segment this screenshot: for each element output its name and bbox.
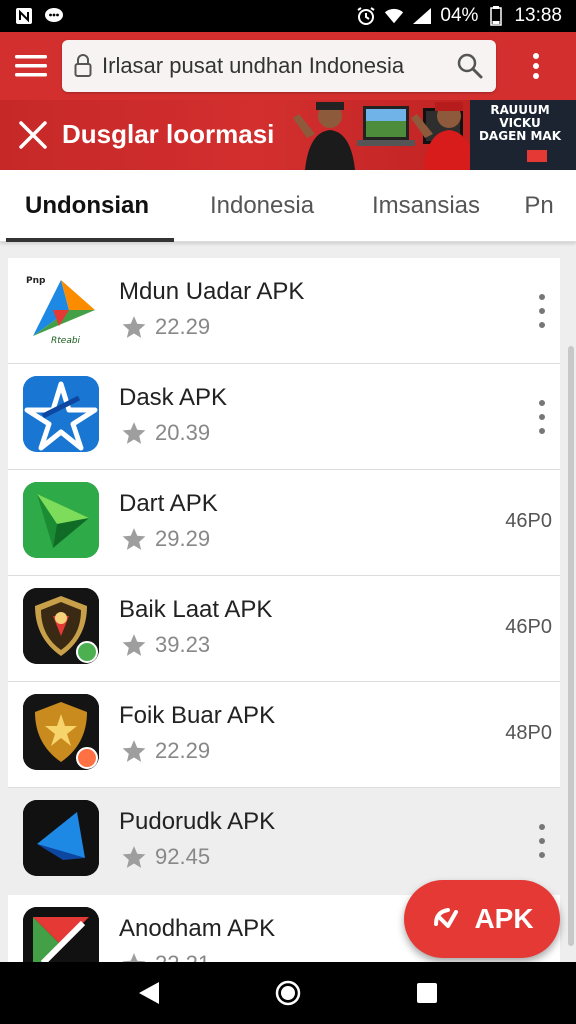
app-bar: Irlasar pusat undhan Indonesia: [0, 32, 576, 100]
app-rating: 22.29: [121, 314, 210, 340]
wifi-icon: [384, 6, 404, 26]
scrollbar[interactable]: [568, 346, 574, 946]
star-icon: [122, 740, 146, 762]
back-button[interactable]: [129, 973, 169, 1013]
more-options-button[interactable]: [532, 824, 552, 858]
app-icon: [23, 907, 99, 962]
back-triangle-icon: [139, 982, 160, 1004]
list-item[interactable]: Dart APK 29.29 46P0: [8, 470, 560, 576]
list-item[interactable]: Foik Buar APK 22.29 48P0: [8, 682, 560, 788]
menu-button[interactable]: [0, 32, 62, 100]
recents-button[interactable]: [407, 973, 447, 1013]
icon-text-top: Pnp: [26, 276, 46, 286]
app-name: Dart APK: [119, 490, 218, 517]
apk-fab-button[interactable]: APK: [404, 880, 560, 958]
app-size: 46P0: [505, 616, 552, 638]
app-rating: 20.39: [121, 420, 210, 446]
home-circle-icon: [275, 980, 301, 1006]
app-name: Anodham APK: [119, 915, 276, 942]
list-item[interactable]: Dask APK 20.39: [8, 364, 560, 470]
app-icon: [23, 800, 99, 876]
app-icon: [23, 588, 99, 664]
lock-icon: [74, 54, 92, 77]
close-icon[interactable]: [18, 120, 48, 150]
banner-title: Dusglar loormasi: [62, 119, 275, 149]
app-icon: [23, 376, 99, 452]
more-vert-icon: [533, 53, 539, 79]
chat-bubble-icon: [44, 6, 64, 26]
more-options-button[interactable]: [532, 400, 552, 434]
star-icon: [122, 422, 146, 444]
list-item[interactable]: Baik Laat APK 39.23 46P0: [8, 576, 560, 682]
star-icon: [122, 634, 146, 656]
alarm-icon: [356, 6, 376, 26]
rating-value: 20.39: [155, 420, 211, 445]
battery-percent: 04%: [440, 5, 479, 26]
notification-n-icon: [14, 6, 34, 26]
list-item[interactable]: Pudorudk APK 92.45: [8, 788, 560, 894]
hamburger-menu-icon: [15, 55, 47, 77]
star-icon: [122, 528, 146, 550]
fab-label: APK: [474, 903, 534, 934]
app-rating: 92.45: [121, 844, 210, 870]
app-rating: 39.23: [121, 632, 210, 658]
rating-value: 22.21: [155, 951, 210, 962]
search-input[interactable]: Irlasar pusat undhan Indonesia: [102, 53, 456, 79]
tab-imsansias[interactable]: Imsansias: [350, 170, 502, 242]
overflow-menu-button[interactable]: [496, 32, 576, 100]
app-name: Foik Buar APK: [119, 702, 276, 729]
app-size: 46P0: [505, 510, 552, 532]
rating-value: 92.45: [155, 844, 211, 869]
search-icon[interactable]: [456, 52, 484, 80]
app-icon: Pnp Rteabi: [23, 270, 99, 346]
app-name: Baik Laat APK: [119, 596, 273, 623]
signal-icon: [412, 6, 432, 26]
tab-indonesia[interactable]: Indonesia: [174, 170, 350, 242]
app-rating: 22.21: [121, 951, 210, 962]
ad-line-3: DAGEN MAK: [478, 129, 562, 143]
phone-download-icon: [434, 908, 459, 928]
app-list: Pnp Rteabi Mdun Uadar APK 22.29 Dask APK…: [0, 258, 576, 962]
star-icon: [122, 846, 146, 868]
rating-value: 22.29: [155, 738, 211, 763]
navigation-bar: [0, 962, 576, 1024]
rating-value: 29.29: [155, 526, 211, 551]
app-name: Dask APK: [119, 384, 228, 411]
app-name: Mdun Uadar APK: [119, 278, 305, 305]
search-bar[interactable]: Irlasar pusat undhan Indonesia: [62, 40, 496, 92]
rating-value: 39.23: [155, 632, 211, 657]
list-item[interactable]: Pnp Rteabi Mdun Uadar APK 22.29: [8, 258, 560, 364]
more-options-button[interactable]: [532, 294, 552, 328]
icon-text-bottom: Rteabi: [51, 336, 81, 346]
rating-value: 22.29: [155, 314, 211, 339]
tab-pn[interactable]: Pn: [502, 170, 576, 242]
star-icon: [122, 316, 146, 338]
app-name: Pudorudk APK: [119, 808, 276, 835]
app-rating: 29.29: [121, 526, 210, 552]
app-size: 48P0: [505, 722, 552, 744]
clock: 13:88: [514, 5, 562, 26]
recents-square-icon: [416, 983, 437, 1003]
app-icon: [23, 694, 99, 770]
status-bar: 04% 13:88: [0, 0, 576, 32]
tab-undonsian[interactable]: Undonsian: [0, 170, 174, 242]
banner-ad-text: RAUUUM VICKU DAGEN MAK: [474, 104, 566, 143]
home-button[interactable]: [268, 973, 308, 1013]
battery-icon: [486, 6, 506, 26]
app-icon: [23, 482, 99, 558]
app-rating: 22.29: [121, 738, 210, 764]
category-tabs: Undonsian Indonesia Imsansias Pn: [0, 170, 576, 242]
star-icon: [122, 953, 146, 962]
promo-banner[interactable]: Dusglar loormasi RAUUUM VICKU DAGEN MAK: [0, 100, 576, 170]
